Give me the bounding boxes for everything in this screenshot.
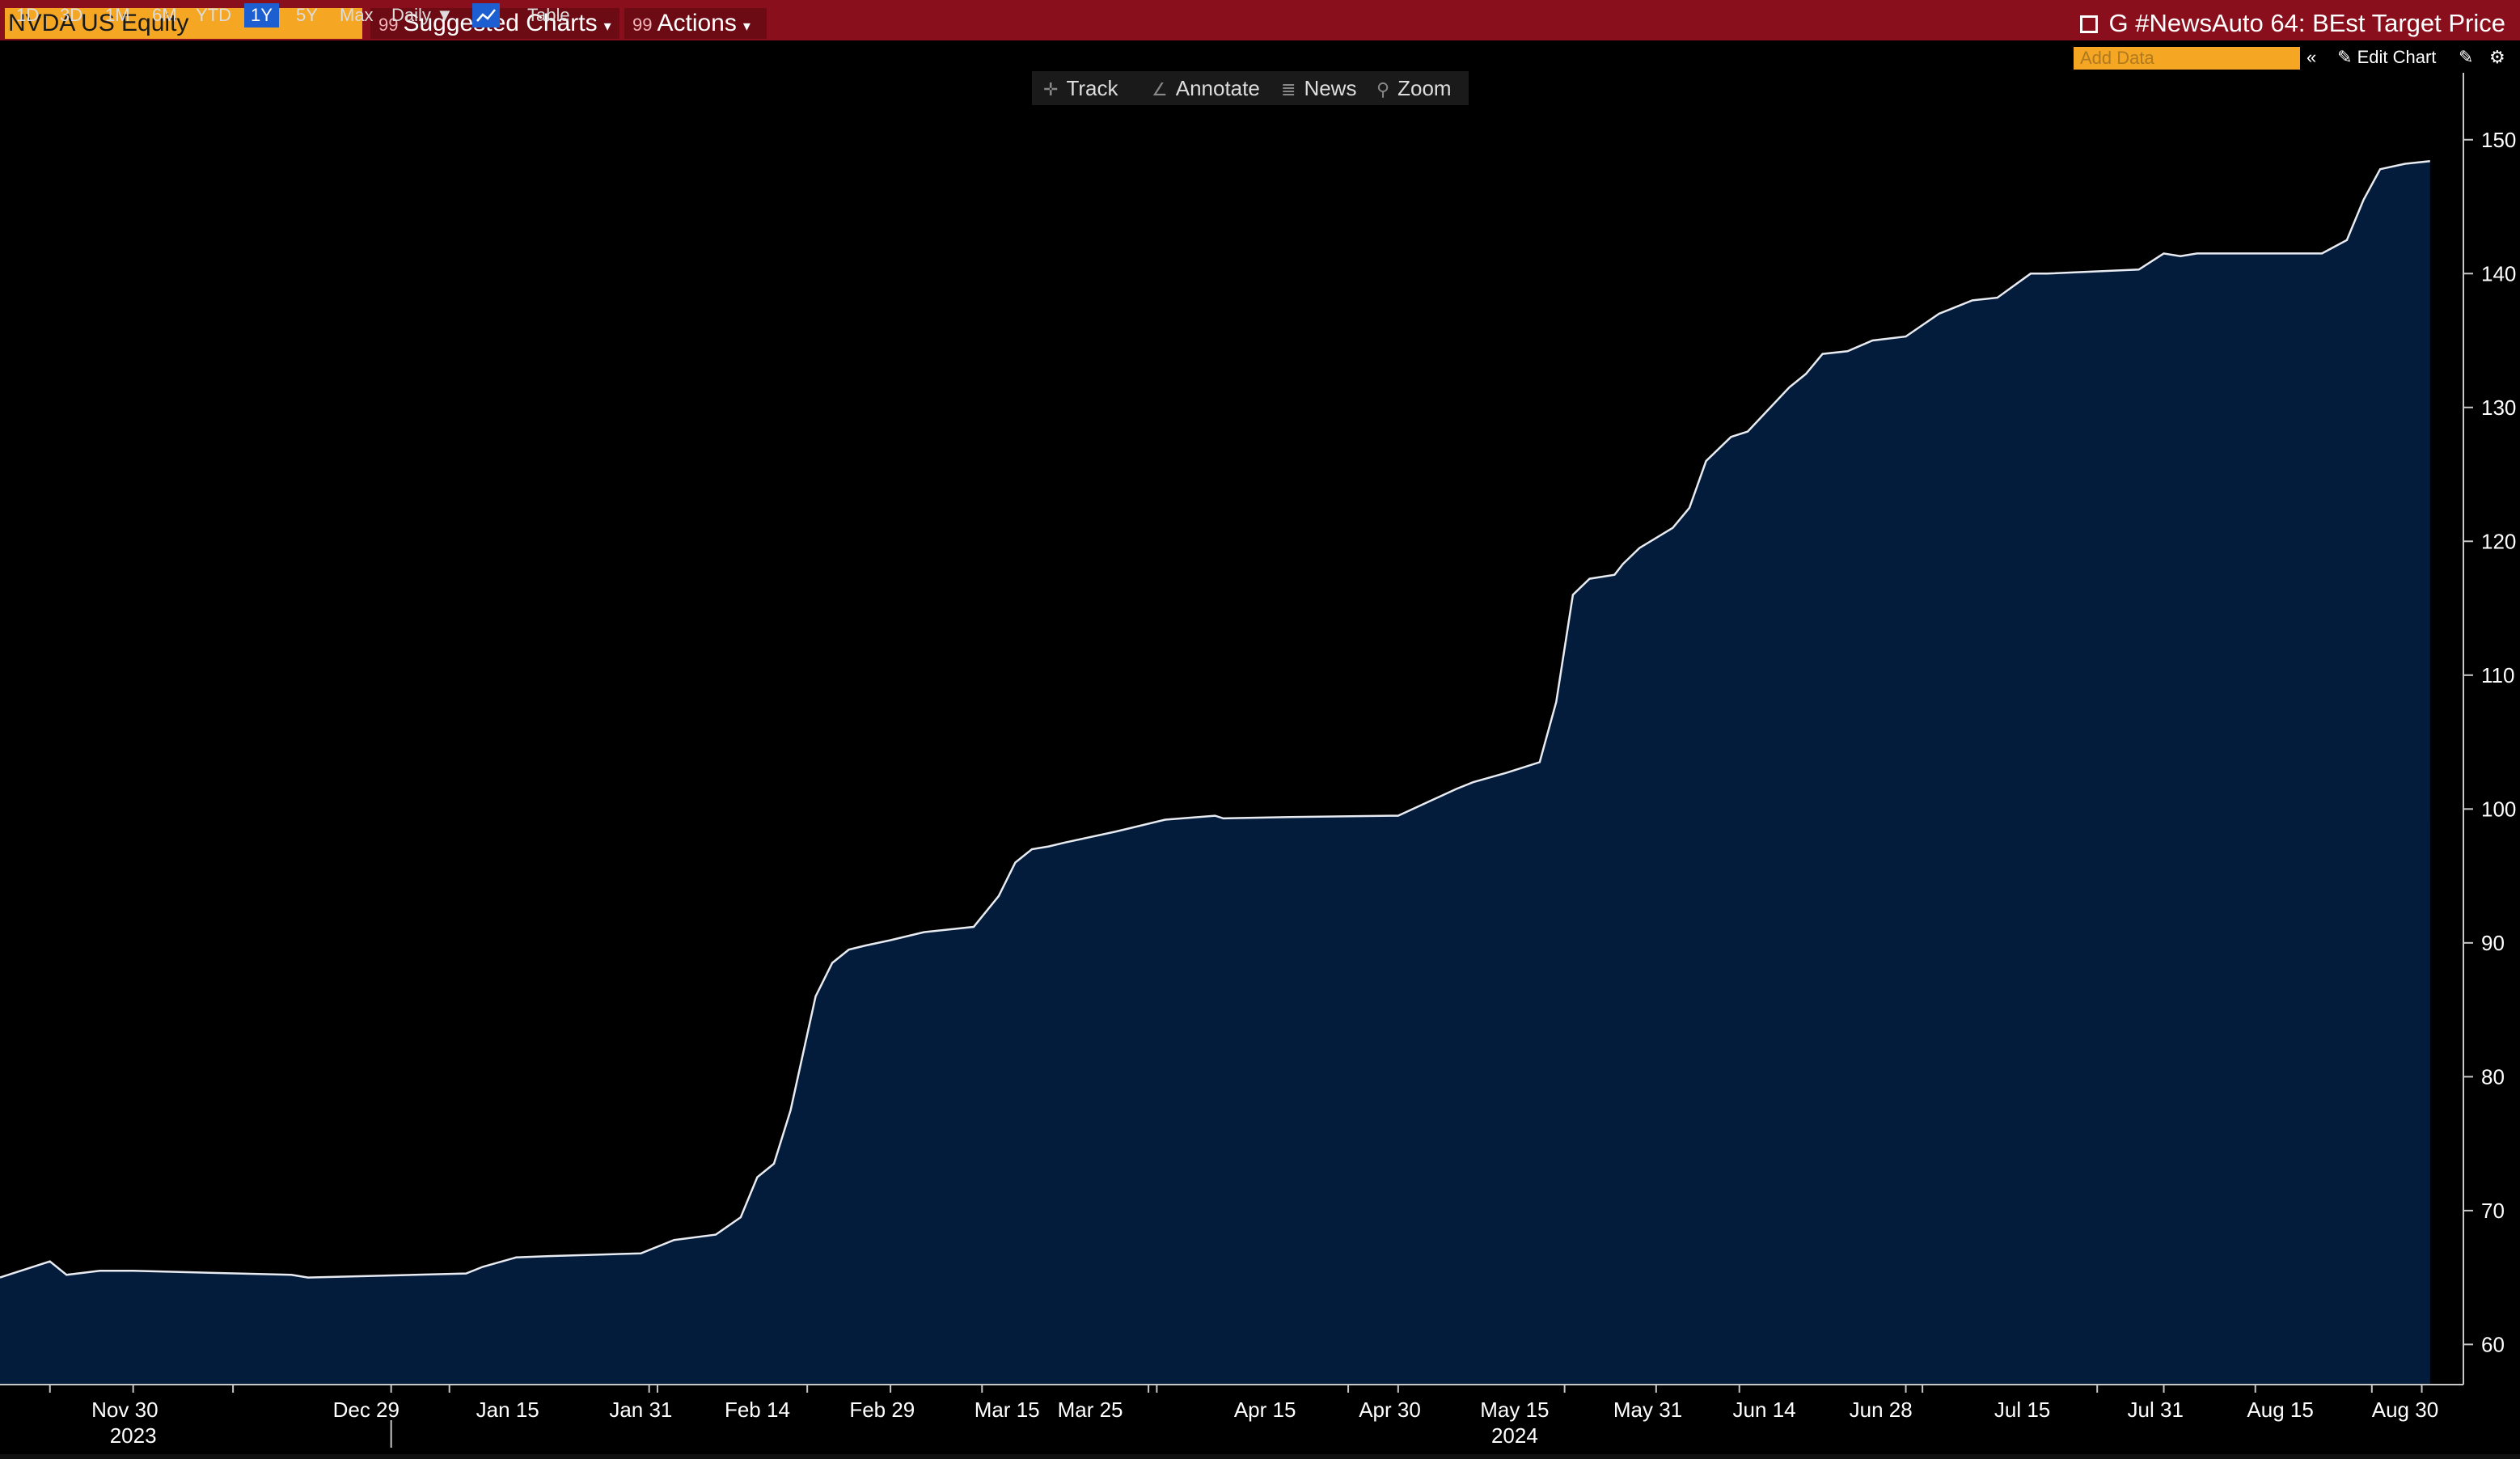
x-tick-label: Mar 15 bbox=[975, 1398, 1040, 1422]
y-tick-label: 80 bbox=[2481, 1064, 2505, 1089]
y-tick-label: 140 bbox=[2481, 261, 2516, 285]
x-tick-label: Jul 31 bbox=[2128, 1398, 2184, 1422]
y-tick-label: 130 bbox=[2481, 395, 2516, 420]
x-tick-label: Aug 15 bbox=[2247, 1398, 2313, 1422]
series-area bbox=[0, 161, 2430, 1385]
x-tick-label: Jan 31 bbox=[609, 1398, 672, 1422]
y-tick-label: 150 bbox=[2481, 128, 2516, 152]
x-tick-label: Dec 29 bbox=[333, 1398, 400, 1422]
x-tick-label: Feb 29 bbox=[849, 1398, 915, 1422]
x-year-label: 2024 bbox=[1491, 1423, 1538, 1448]
x-tick-label: Nov 30 bbox=[91, 1398, 158, 1422]
status-strip bbox=[0, 1454, 2520, 1459]
x-tick-label: Aug 30 bbox=[2372, 1398, 2438, 1422]
y-tick-label: 100 bbox=[2481, 797, 2516, 821]
y-tick-label: 60 bbox=[2481, 1332, 2505, 1356]
x-tick-label: May 31 bbox=[1613, 1398, 1682, 1422]
price-chart[interactable]: 60 70 80 90 100 110 120 130 140 150 Nov 30 Dec 29 J… bbox=[0, 0, 2520, 1459]
x-tick-label: May 15 bbox=[1480, 1398, 1549, 1422]
x-tick-label: Feb 14 bbox=[725, 1398, 790, 1422]
x-year-label: 2023 bbox=[110, 1423, 157, 1448]
y-tick-label: 120 bbox=[2481, 529, 2516, 553]
y-tick-label: 110 bbox=[2481, 663, 2514, 687]
x-tick-label: Jan 15 bbox=[476, 1398, 539, 1422]
x-tick-label: Jun 14 bbox=[1733, 1398, 1796, 1422]
x-tick-label: Jul 15 bbox=[1994, 1398, 2050, 1422]
x-tick-label: Mar 25 bbox=[1058, 1398, 1123, 1422]
x-tick-label: Apr 15 bbox=[1234, 1398, 1296, 1422]
y-tick-label: 70 bbox=[2481, 1199, 2505, 1223]
x-tick-label: Jun 28 bbox=[1850, 1398, 1913, 1422]
y-tick-label: 90 bbox=[2481, 931, 2505, 955]
x-tick-label: Apr 30 bbox=[1359, 1398, 1421, 1422]
